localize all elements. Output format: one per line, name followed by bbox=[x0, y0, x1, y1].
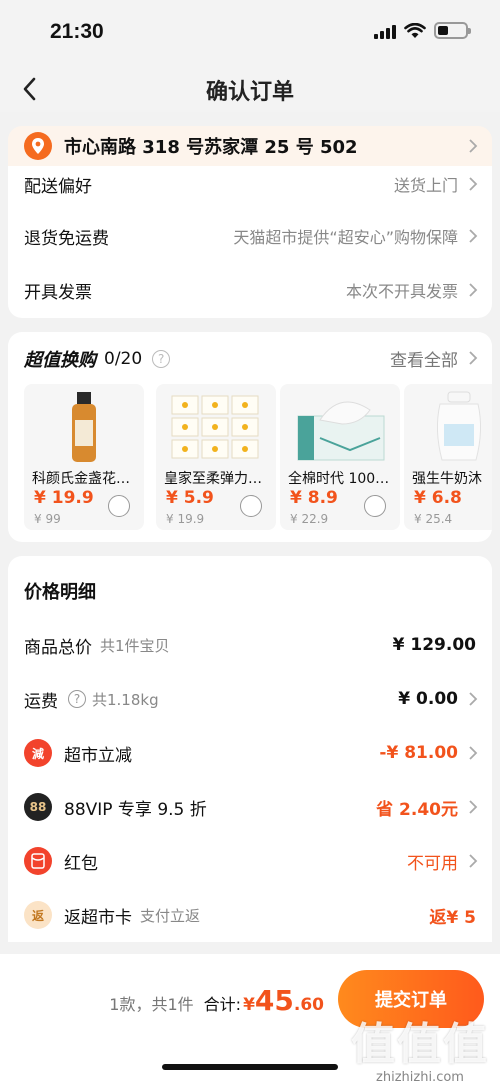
order-summary: 1款，共1件 合计: ¥ 45 .60 bbox=[109, 984, 324, 1017]
wifi-icon bbox=[404, 22, 426, 38]
address-bar[interactable]: 市心南路 318 号苏家潭 25 号 502 bbox=[8, 126, 492, 166]
supermarket-card-row[interactable]: 返 返超市卡 支付立返 返¥ 5 bbox=[8, 898, 492, 932]
chevron-right-icon bbox=[469, 746, 478, 760]
total-label: 合计: bbox=[203, 995, 242, 1014]
deal-price: ¥ 6.8 bbox=[414, 488, 462, 508]
deal-original-price: ¥ 99 bbox=[34, 512, 61, 526]
row-value: 天猫超市提供“超安心”购物保障 bbox=[233, 228, 458, 247]
discount-value: -¥ 81.00 bbox=[379, 743, 458, 763]
red-packet-row[interactable]: 红包 不可用 bbox=[8, 844, 492, 878]
red-packet-icon bbox=[24, 847, 52, 875]
location-pin-icon bbox=[24, 132, 52, 160]
deal-original-price: ¥ 25.4 bbox=[414, 512, 453, 526]
battery-icon bbox=[434, 22, 471, 39]
deal-select-radio[interactable] bbox=[364, 495, 386, 517]
deals-list: 科颜氏金盏花… ¥ 19.9 ¥ 99 皇家至柔弹力… ¥ 5.9 ¥ 19.9 bbox=[24, 384, 492, 530]
shipping-row[interactable]: 运费 ? 共1.18kg ¥ 0.00 bbox=[8, 682, 492, 716]
deal-item[interactable]: 全棉时代 100… ¥ 8.9 ¥ 22.9 bbox=[280, 384, 400, 530]
home-indicator[interactable] bbox=[162, 1064, 338, 1070]
free-return-row[interactable]: 退货免运费 天猫超市提供“超安心”购物保障 bbox=[8, 218, 492, 254]
deal-item[interactable]: 强生牛奶沐 ¥ 6.8 ¥ 25.4 bbox=[404, 384, 492, 530]
nav-bar: 确认订单 bbox=[0, 66, 500, 112]
deal-name: 强生牛奶沐 bbox=[412, 471, 482, 487]
price-detail-card: 价格明细 商品总价 共1件宝贝 ¥ 129.00 运费 ? 共1.18kg ¥ … bbox=[8, 556, 492, 942]
chevron-right-icon bbox=[469, 351, 478, 365]
row-label: 运费 bbox=[24, 691, 58, 712]
deals-title: 超值换购 bbox=[24, 350, 96, 371]
signal-icon bbox=[374, 23, 396, 39]
help-icon[interactable]: ? bbox=[152, 350, 171, 368]
product-lotion-bottle-image bbox=[436, 391, 482, 461]
shipping-value: ¥ 0.00 bbox=[398, 689, 458, 709]
invoice-row[interactable]: 开具发票 本次不开具发票 bbox=[8, 272, 492, 308]
row-label: 商品总价 bbox=[24, 637, 92, 658]
row-sub: 支付立返 bbox=[140, 906, 201, 925]
row-label: 超市立减 bbox=[64, 745, 132, 766]
red-packet-value: 不可用 bbox=[407, 853, 458, 874]
row-sub: 共1件宝贝 bbox=[100, 636, 170, 655]
delivery-preference-row[interactable]: 配送偏好 送货上门 bbox=[8, 166, 492, 202]
chevron-right-icon bbox=[469, 854, 478, 868]
chevron-right-icon bbox=[469, 692, 478, 706]
deal-original-price: ¥ 19.9 bbox=[166, 512, 205, 526]
deal-select-radio[interactable] bbox=[108, 495, 130, 517]
product-cotton-tissue-image bbox=[297, 401, 385, 461]
cashback-value: 返¥ 5 bbox=[429, 907, 476, 928]
chevron-right-icon bbox=[469, 283, 478, 297]
total-amount-decimal: .60 bbox=[293, 995, 324, 1015]
view-all-link[interactable]: 查看全部 bbox=[390, 346, 458, 371]
row-label: 配送偏好 bbox=[24, 176, 92, 197]
deal-price: ¥ 19.9 bbox=[34, 488, 94, 508]
exchange-deals-card: 超值换购 0/20 ? 查看全部 科颜氏金盏花… ¥ 19.9 ¥ 99 皇家至… bbox=[8, 332, 492, 542]
watermark: 值值值 zhizhizhi.com bbox=[348, 1008, 492, 1082]
row-value: 送货上门 bbox=[393, 176, 458, 195]
goods-total-value: ¥ 129.00 bbox=[392, 635, 476, 655]
price-detail-title: 价格明细 bbox=[24, 582, 96, 603]
deals-count: 0/20 bbox=[104, 349, 143, 369]
page-title: 确认订单 bbox=[205, 80, 294, 105]
help-icon[interactable]: ? bbox=[68, 690, 86, 708]
delivery-options-card: 配送偏好 送货上门 退货免运费 天猫超市提供“超安心”购物保障 开具发票 本次不… bbox=[8, 166, 492, 318]
vip-discount-row[interactable]: 88 88VIP 专享 9.5 折 省 2.40元 bbox=[8, 790, 492, 824]
status-time: 21:30 bbox=[50, 20, 104, 43]
deal-price: ¥ 8.9 bbox=[290, 488, 338, 508]
status-bar: 21:30 bbox=[0, 0, 500, 66]
deal-original-price: ¥ 22.9 bbox=[290, 512, 329, 526]
deal-name: 全棉时代 100… bbox=[288, 471, 390, 487]
total-currency: ¥ bbox=[243, 995, 255, 1015]
deal-item[interactable]: 科颜氏金盏花… ¥ 19.9 ¥ 99 bbox=[24, 384, 144, 530]
item-count: 1款，共1件 bbox=[109, 995, 194, 1014]
product-bottle-image bbox=[72, 392, 96, 462]
discount-icon: 減 bbox=[24, 739, 52, 767]
row-label: 返超市卡 bbox=[64, 907, 132, 928]
deals-header: 超值换购 0/20 ? bbox=[24, 346, 171, 372]
watermark-logo: 值值值 bbox=[351, 1019, 489, 1070]
status-icons bbox=[374, 22, 471, 39]
chevron-right-icon bbox=[469, 229, 478, 243]
row-label: 退货免运费 bbox=[24, 228, 109, 249]
goods-total-row: 商品总价 共1件宝贝 ¥ 129.00 bbox=[8, 628, 492, 662]
deal-name: 科颜氏金盏花… bbox=[32, 471, 130, 487]
deal-select-radio[interactable] bbox=[240, 495, 262, 517]
deal-name: 皇家至柔弹力… bbox=[164, 471, 262, 487]
row-label: 88VIP 专享 9.5 折 bbox=[64, 799, 207, 820]
row-sub: 共1.18kg bbox=[92, 690, 159, 709]
address-text: 市心南路 318 号苏家潭 25 号 502 bbox=[64, 137, 358, 158]
row-value: 本次不开具发票 bbox=[345, 282, 458, 301]
vip-88-icon: 88 bbox=[24, 793, 52, 821]
chevron-right-icon bbox=[469, 800, 478, 814]
cashback-icon: 返 bbox=[24, 901, 52, 929]
total-amount-integer: 45 bbox=[254, 984, 294, 1017]
deal-item[interactable]: 皇家至柔弹力… ¥ 5.9 ¥ 19.9 bbox=[156, 384, 276, 530]
supermarket-discount-row[interactable]: 減 超市立减 -¥ 81.00 bbox=[8, 736, 492, 770]
chevron-right-icon bbox=[469, 177, 478, 191]
vip-saving-value: 省 2.40元 bbox=[376, 799, 458, 820]
row-label: 红包 bbox=[64, 853, 98, 874]
row-label: 开具发票 bbox=[24, 282, 92, 303]
deal-price: ¥ 5.9 bbox=[166, 488, 214, 508]
chevron-right-icon bbox=[469, 139, 478, 153]
product-tissue-pack-image bbox=[171, 395, 259, 459]
